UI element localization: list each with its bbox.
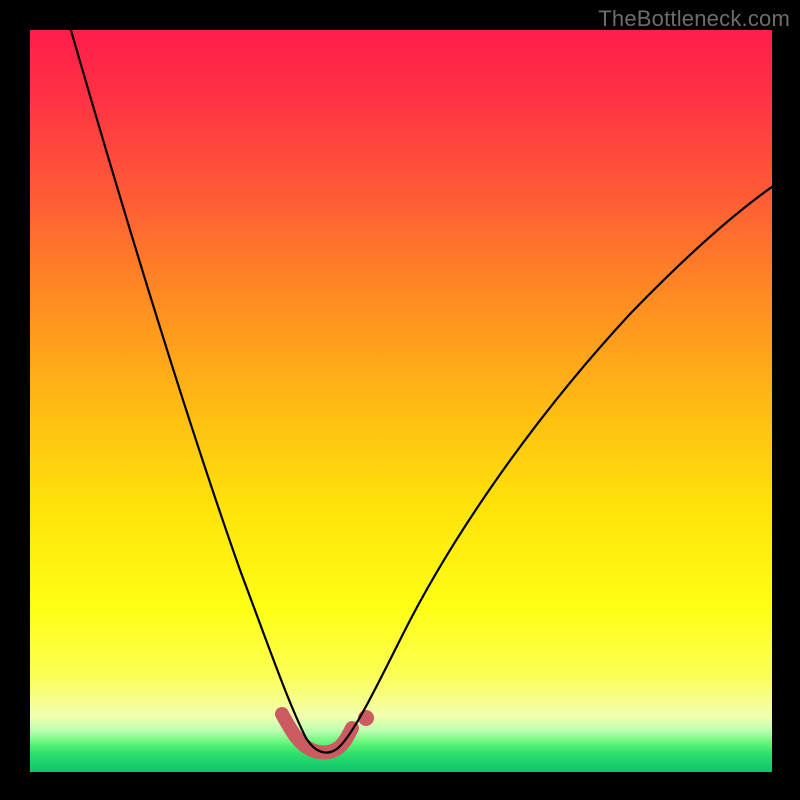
optimal-range-highlight [282, 714, 352, 753]
chart-stage: TheBottleneck.com [0, 0, 800, 800]
curve-layer [30, 30, 772, 772]
bottleneck-curve [68, 30, 772, 753]
watermark-text: TheBottleneck.com [598, 6, 790, 32]
plot-area [30, 30, 772, 772]
